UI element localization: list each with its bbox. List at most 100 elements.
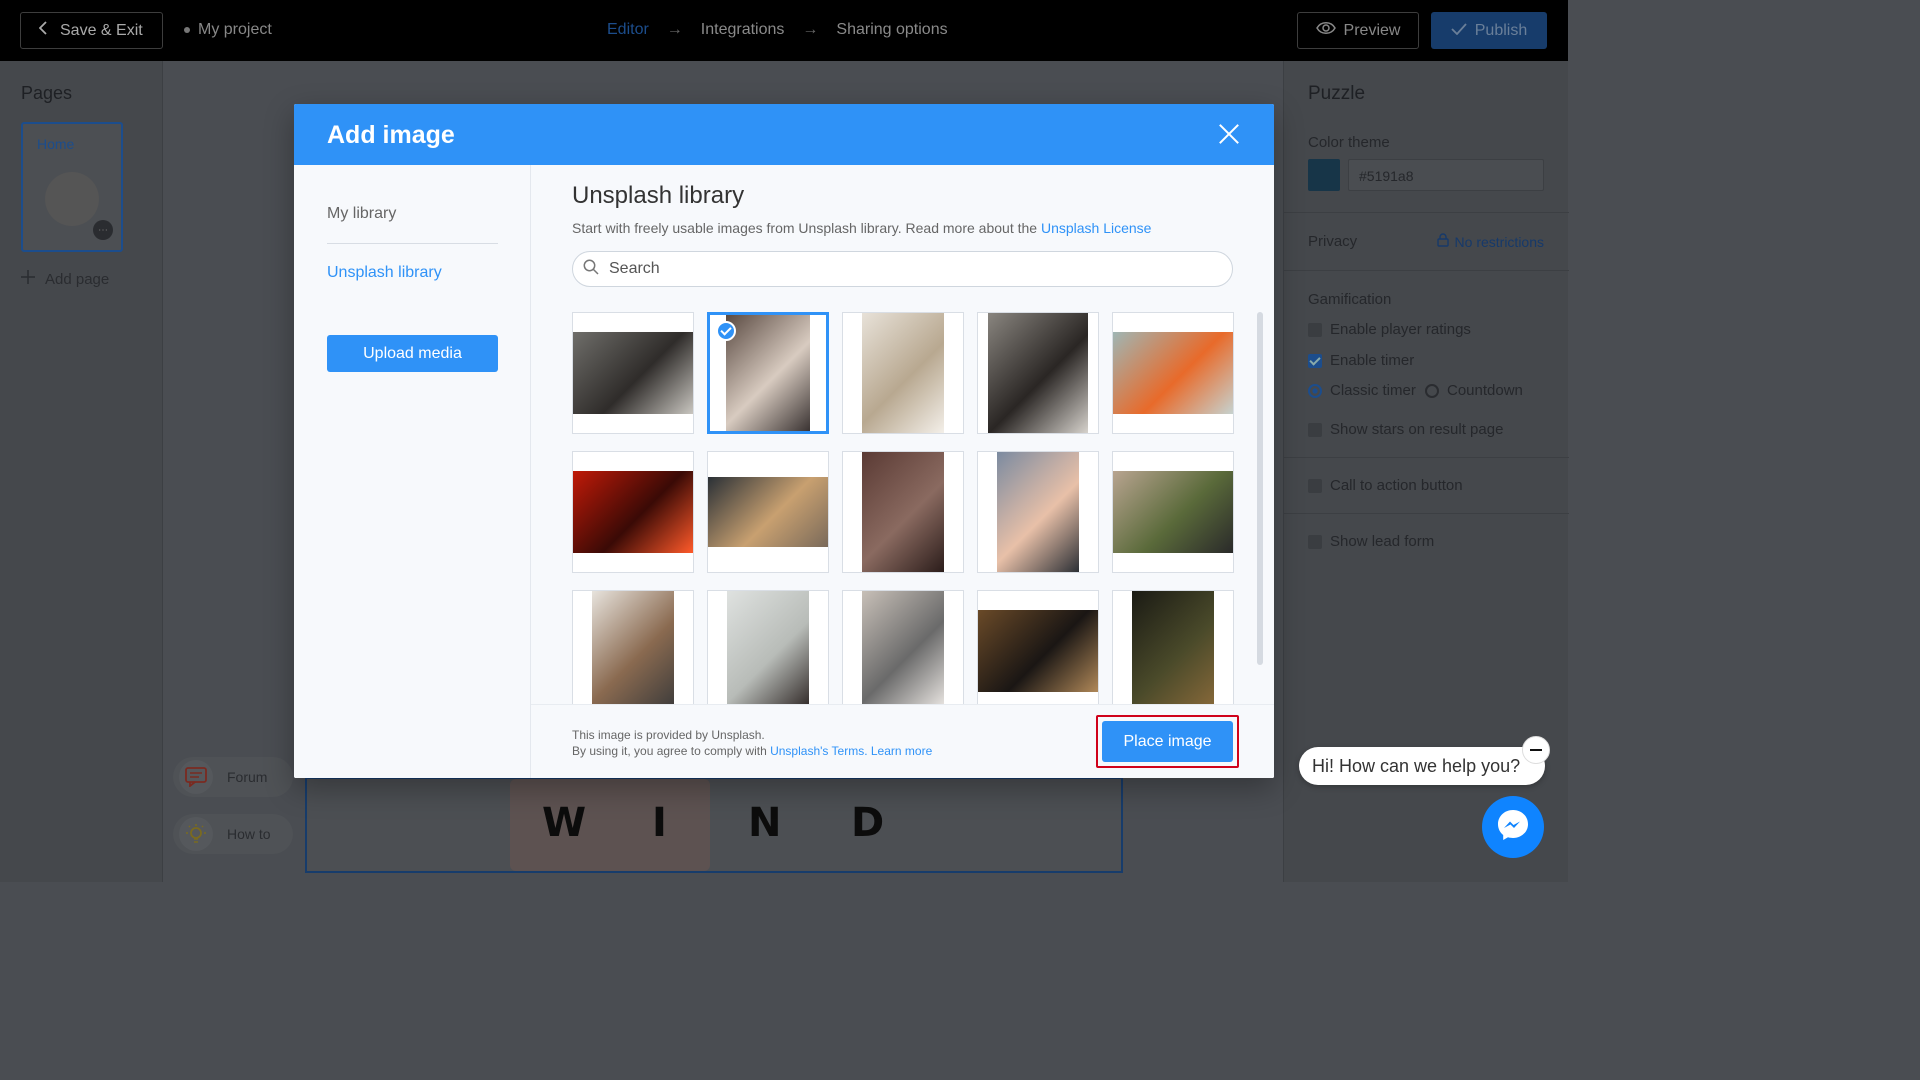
enable-timer-label: Enable timer: [1330, 352, 1415, 369]
image-tile[interactable]: [977, 451, 1099, 573]
modal-main: Unsplash library Start with freely usabl…: [531, 165, 1274, 778]
image-tile[interactable]: [1112, 590, 1234, 704]
checkbox[interactable]: [1308, 322, 1322, 337]
more-options-icon[interactable]: ⋯: [93, 220, 113, 240]
messenger-icon: [1495, 807, 1531, 848]
image-tile[interactable]: [707, 590, 829, 704]
divider: [1284, 270, 1569, 271]
messenger-button[interactable]: [1482, 796, 1544, 858]
puzzle-letter: W: [542, 800, 587, 846]
puzzle-letter: I: [652, 800, 667, 846]
add-page-button[interactable]: Add page: [21, 270, 109, 288]
puzzle-letter: N: [748, 800, 782, 846]
terms-prefix: By using it, you agree to comply with: [572, 744, 771, 758]
lock-icon: [1436, 233, 1449, 250]
minimize-icon[interactable]: [1522, 736, 1550, 764]
step-integrations[interactable]: Integrations: [701, 21, 785, 39]
project-name[interactable]: My project: [184, 21, 272, 39]
preview-button[interactable]: Preview: [1297, 12, 1419, 49]
color-theme-label: Color theme: [1308, 134, 1390, 151]
plus-icon: [21, 270, 35, 288]
image-tile[interactable]: [842, 451, 964, 573]
forum-button[interactable]: Forum: [173, 757, 293, 797]
building-photo: [862, 313, 944, 433]
attribution-line-1: This image is provided by Unsplash.: [572, 728, 765, 742]
place-image-button[interactable]: Place image: [1102, 721, 1233, 762]
woman-sea-photo: [727, 591, 809, 704]
unsplash-terms-link[interactable]: Unsplash's Terms.: [770, 744, 867, 758]
privacy-link[interactable]: No restrictions: [1436, 233, 1544, 250]
lead-form-option[interactable]: Show lead form: [1308, 533, 1434, 550]
cta-button-option[interactable]: Call to action button: [1308, 477, 1463, 494]
how-to-button[interactable]: How to: [173, 814, 293, 854]
image-tile[interactable]: [572, 312, 694, 434]
image-tile[interactable]: [842, 590, 964, 704]
bathtub-photo: [726, 315, 810, 431]
upload-media-button[interactable]: Upload media: [327, 335, 498, 372]
radio-selected[interactable]: [1308, 383, 1322, 398]
image-tile[interactable]: [977, 312, 1099, 434]
lightbulb-icon: [179, 817, 213, 851]
radio[interactable]: [1425, 383, 1439, 398]
modal-header: Add image: [294, 104, 1274, 165]
classic-timer-option[interactable]: Classic timer: [1308, 382, 1416, 399]
enable-timer-option[interactable]: Enable timer: [1308, 352, 1414, 369]
search-field[interactable]: [572, 251, 1233, 287]
dark-landscape-photo: [1132, 591, 1214, 704]
checkbox[interactable]: [1308, 534, 1322, 549]
phone-city-photo: [997, 452, 1079, 572]
color-swatch[interactable]: [1308, 159, 1340, 191]
image-tile[interactable]: [572, 590, 694, 704]
editor-canvas[interactable]: [305, 777, 1123, 873]
arrow-right-icon: →: [802, 21, 819, 38]
unsplash-license-link[interactable]: Unsplash License: [1041, 220, 1152, 236]
description-text: Start with freely usable images from Uns…: [572, 220, 1041, 236]
tab-unsplash-library[interactable]: Unsplash library: [327, 264, 442, 282]
how-to-label: How to: [227, 826, 271, 842]
publish-button[interactable]: Publish: [1431, 12, 1547, 49]
add-page-label: Add page: [45, 270, 110, 288]
workflow-steps: Editor → Integrations → Sharing options: [607, 21, 948, 39]
learn-more-link[interactable]: Learn more: [871, 744, 932, 758]
image-tile[interactable]: [842, 312, 964, 434]
chevron-left-icon: [38, 21, 48, 40]
gamification-label: Gamification: [1308, 291, 1392, 308]
home-icon: [45, 172, 99, 226]
image-tile[interactable]: [707, 451, 829, 573]
image-tile[interactable]: [1112, 312, 1234, 434]
color-theme-input[interactable]: #5191a8: [1348, 159, 1544, 191]
checkbox[interactable]: [1308, 478, 1322, 493]
modal-sidebar: My library Unsplash library Upload media: [294, 165, 531, 778]
image-tile[interactable]: [1112, 451, 1234, 573]
player-ratings-option[interactable]: Enable player ratings: [1308, 321, 1471, 338]
dining-room-photo: [592, 591, 674, 704]
image-tile[interactable]: [707, 312, 829, 434]
countdown-label: Countdown: [1447, 382, 1523, 399]
close-icon[interactable]: [1216, 121, 1242, 147]
step-sharing-options[interactable]: Sharing options: [836, 21, 947, 39]
divider: [1284, 457, 1569, 458]
search-input[interactable]: [609, 260, 1209, 278]
image-tile[interactable]: [572, 451, 694, 573]
lead-form-label: Show lead form: [1330, 533, 1435, 550]
save-exit-label: Save & Exit: [60, 21, 143, 39]
chat-bubble-icon: [179, 760, 213, 794]
surfboard-photo: [1113, 332, 1233, 414]
man-with-plane-photo: [988, 313, 1088, 433]
puzzle-letter: D: [851, 800, 885, 846]
cta-button-label: Call to action button: [1330, 477, 1463, 494]
chat-greeting[interactable]: Hi! How can we help you?: [1299, 747, 1545, 785]
countdown-option[interactable]: Countdown: [1425, 382, 1523, 399]
checkbox-checked[interactable]: [1308, 353, 1322, 368]
modal-title: Add image: [327, 121, 455, 149]
privacy-value: No restrictions: [1454, 233, 1544, 250]
tab-my-library[interactable]: My library: [327, 205, 396, 223]
arrow-right-icon: →: [666, 21, 683, 38]
page-thumbnail-home[interactable]: Home ⋯: [21, 122, 123, 252]
scrollbar[interactable]: [1257, 312, 1263, 665]
save-exit-button[interactable]: Save & Exit: [20, 12, 163, 49]
show-stars-option[interactable]: Show stars on result page: [1308, 421, 1503, 438]
checkbox[interactable]: [1308, 422, 1322, 437]
image-tile[interactable]: [977, 590, 1099, 704]
step-editor[interactable]: Editor: [607, 21, 649, 39]
